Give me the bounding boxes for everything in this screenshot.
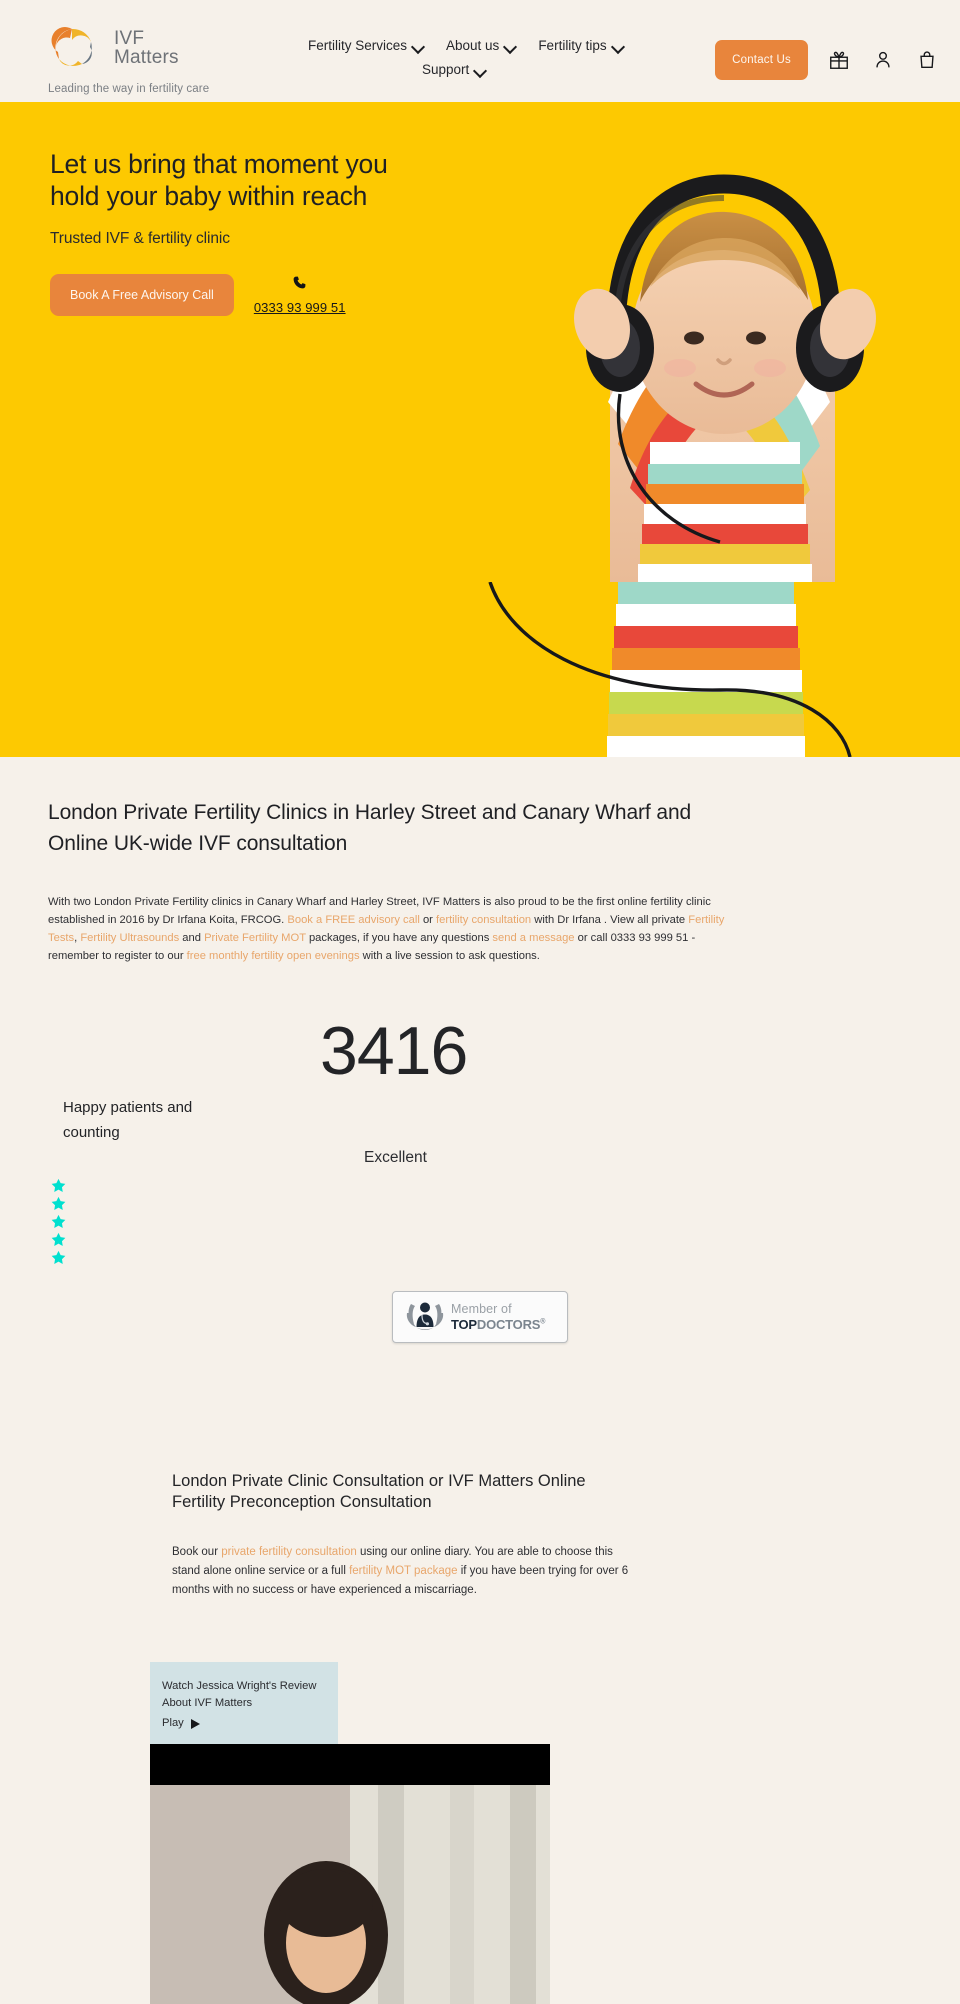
nav-item-about-us[interactable]: About us	[446, 38, 516, 53]
gift-icon[interactable]	[826, 47, 852, 73]
intro-text: or	[419, 914, 437, 926]
consultation-title: London Private Clinic Consultation or IV…	[172, 1472, 586, 1511]
video-thumbnail	[150, 1785, 550, 2004]
rating-label: Excellent	[364, 1149, 427, 1166]
ivf-matters-logo-icon	[48, 22, 100, 74]
link-fertility-ultrasounds[interactable]: Fertility Ultrasounds	[80, 932, 179, 944]
hero-subheading: Trusted IVF & fertility clinic	[50, 230, 230, 247]
chevron-down-icon	[475, 66, 486, 73]
intro-text: with Dr Irfana . View all private	[531, 914, 689, 926]
star-icon	[51, 1214, 66, 1228]
topdoctors-badge[interactable]: Member of TOPDOCTORS®	[392, 1291, 568, 1343]
link-free-monthly-open-evenings[interactable]: free monthly fertility open evenings	[187, 950, 360, 962]
nav-label: Fertility tips	[538, 38, 607, 53]
nav-label: Fertility Services	[308, 38, 408, 53]
hero-heading: Let us bring that moment you hold your b…	[50, 148, 470, 212]
phone-link[interactable]: 0333 93 999 51	[254, 275, 346, 315]
contact-us-button[interactable]: Contact Us	[715, 40, 808, 80]
video-player[interactable]	[150, 1744, 550, 2004]
consultation-text: Book our	[172, 1546, 222, 1558]
hero-heading-line-2: hold your baby within reach	[50, 181, 368, 211]
nav-item-support[interactable]: Support	[422, 62, 486, 77]
brand-tagline: Leading the way in fertility care	[48, 83, 210, 95]
badge-registered-mark: ®	[540, 1318, 546, 1326]
link-send-a-message[interactable]: send a message	[492, 932, 574, 944]
star-icon	[51, 1178, 66, 1192]
consultation-paragraph: Book our private fertility consultation …	[172, 1543, 632, 1600]
badge-doctors-word: DOCTORS	[476, 1316, 541, 1332]
hero-baby-photo-lower	[470, 582, 940, 757]
link-fertility-consultation[interactable]: fertility consultation	[436, 914, 531, 926]
video-caption-line-2: About IVF Matters	[162, 1697, 253, 1709]
hero-content: Let us bring that moment you hold your b…	[0, 102, 470, 316]
intro-text: packages, if you have any questions	[305, 932, 493, 944]
link-book-free-advisory-call[interactable]: Book a FREE advisory call	[287, 914, 419, 926]
badge-member-label: Member of	[451, 1302, 512, 1317]
intro-text: and	[179, 932, 205, 944]
play-icon	[190, 1718, 200, 1729]
nav-item-fertility-tips[interactable]: Fertility tips	[538, 38, 623, 53]
intro-paragraph: With two London Private Fertility clinic…	[48, 893, 748, 965]
hero-section: Let us bring that moment you hold your b…	[0, 102, 960, 582]
badge-topdoctors-label: TOPDOCTORS®	[451, 1318, 545, 1331]
main-content: London Private Fertility Clinics in Harl…	[0, 757, 960, 965]
link-fertility-mot-package[interactable]: fertility MOT package	[349, 1565, 457, 1577]
nav-label: Support	[422, 62, 470, 77]
topdoctors-laurel-icon	[405, 1298, 445, 1337]
main-navigation: Fertility Services About us Fertility ti…	[298, 22, 628, 77]
video-caption: Watch Jessica Wright's Review About IVF …	[150, 1662, 338, 1744]
phone-number: 0333 93 999 51	[253, 300, 346, 315]
star-icon	[51, 1196, 66, 1210]
happy-patients-label: Happy patients and counting	[63, 1099, 193, 1141]
stats-section: 3416 Happy patients and counting Excelle…	[0, 965, 960, 1285]
video-letterbox-bar	[150, 1744, 550, 1785]
intro-text: with a live session to ask questions.	[359, 950, 540, 962]
video-caption-line-1: Watch Jessica Wright's Review	[162, 1680, 317, 1692]
hero-baby-photo	[490, 102, 960, 582]
badge-top-word: TOP	[451, 1316, 477, 1332]
play-label: Play	[162, 1717, 184, 1729]
link-private-fertility-consultation[interactable]: private fertility consultation	[221, 1546, 357, 1558]
hero-lower-band	[0, 582, 960, 757]
nav-label: About us	[446, 38, 500, 53]
hero-cta-row: Book A Free Advisory Call 0333 93 999 51	[50, 274, 470, 316]
page-title: London Private Fertility Clinics in Harl…	[48, 801, 692, 855]
play-button[interactable]: Play	[162, 1715, 326, 1732]
link-private-fertility-mot[interactable]: Private Fertility MOT	[204, 932, 306, 944]
star-icon	[51, 1250, 66, 1264]
rating-stars	[50, 1177, 67, 1266]
video-testimonial-section: Watch Jessica Wright's Review About IVF …	[0, 1662, 960, 2004]
header-actions: Contact Us	[715, 22, 940, 80]
account-icon[interactable]	[870, 47, 896, 73]
phone-icon	[292, 275, 307, 295]
bag-icon[interactable]	[914, 47, 940, 73]
consultation-section: London Private Clinic Consultation or IV…	[0, 1343, 960, 1600]
brand-logo[interactable]: IVF Matters Leading the way in fertility…	[48, 22, 298, 95]
star-icon	[51, 1232, 66, 1246]
happy-patients-count: 3416	[320, 1013, 468, 1089]
chevron-down-icon	[613, 42, 624, 49]
hero-heading-line-1: Let us bring that moment you	[50, 149, 388, 179]
chevron-down-icon	[413, 42, 424, 49]
accreditation-badges: Member of TOPDOCTORS®	[0, 1285, 960, 1343]
chevron-down-icon	[505, 42, 516, 49]
site-header: IVF Matters Leading the way in fertility…	[0, 0, 960, 102]
brand-name: IVF Matters	[114, 28, 179, 68]
book-free-advisory-call-button[interactable]: Book A Free Advisory Call	[50, 274, 234, 316]
nav-item-fertility-services[interactable]: Fertility Services	[308, 38, 424, 53]
